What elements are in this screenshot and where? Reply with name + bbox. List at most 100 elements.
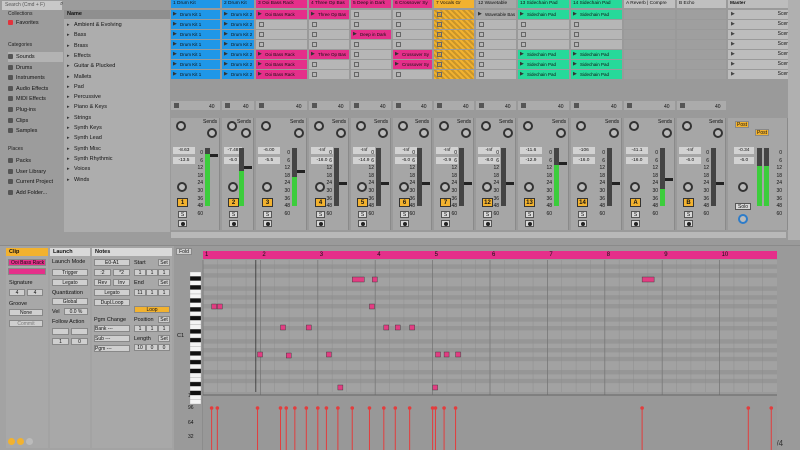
stop-button-icon[interactable] [479, 62, 484, 67]
piano-key[interactable] [189, 311, 202, 317]
volume-readout[interactable]: -11.6 [520, 147, 542, 154]
browser-list-item[interactable]: Voices [64, 164, 170, 174]
stop-button-icon[interactable] [312, 62, 317, 67]
piano-key[interactable] [189, 399, 202, 405]
velocity-marker[interactable] [746, 406, 751, 410]
velocity-marker[interactable] [640, 406, 644, 410]
stop-button-icon[interactable] [521, 22, 526, 27]
search-icon[interactable]: ⌕ [60, 1, 68, 10]
piano-key[interactable] [189, 329, 202, 334]
volume-readout[interactable]: -41.1 [626, 147, 648, 154]
pan-knob[interactable] [524, 182, 534, 192]
piano-key[interactable] [189, 355, 202, 361]
clip-play-icon[interactable]: ▶ [311, 50, 315, 59]
piano-key[interactable] [189, 271, 202, 277]
volume-readout[interactable]: -106 [573, 147, 595, 154]
send-b-knob[interactable] [662, 128, 672, 138]
stop-button-icon[interactable] [396, 32, 401, 37]
browser-list-item[interactable]: Mallets [64, 72, 170, 82]
send-a-knob[interactable] [629, 121, 639, 131]
clip-play-icon[interactable]: ▶ [520, 70, 524, 79]
browser-list-item[interactable]: Synth Lead [64, 133, 170, 143]
clip-color-field[interactable] [8, 268, 46, 275]
velocity-marker[interactable] [350, 406, 355, 410]
length-set-button[interactable]: Set [158, 335, 170, 342]
end-beat[interactable]: 1 [146, 289, 158, 296]
stop-button-icon[interactable] [396, 22, 401, 27]
volume-fader-handle[interactable] [244, 166, 252, 169]
track-activator-button[interactable]: 2 [228, 198, 239, 207]
empty-clip-slot[interactable] [351, 10, 391, 19]
length-beat[interactable]: 0 [146, 344, 158, 351]
follow-chance-b[interactable]: 0 [71, 338, 88, 345]
solo-button[interactable]: S [684, 211, 693, 218]
stop-button-icon[interactable] [354, 72, 359, 77]
piano-key[interactable] [189, 285, 202, 290]
velocity-marker[interactable] [393, 406, 398, 410]
stop-button-icon[interactable] [437, 62, 442, 67]
send-b-knob[interactable] [336, 128, 346, 138]
solo-button[interactable]: S [263, 211, 272, 218]
clip-play-icon[interactable]: ▶ [224, 20, 228, 29]
legato-button[interactable]: Legato [52, 279, 88, 286]
volume-fader-handle[interactable] [297, 170, 305, 173]
send-b-knob[interactable] [503, 128, 513, 138]
clip-play-icon[interactable]: ▶ [258, 50, 262, 59]
empty-clip-slot[interactable] [476, 70, 516, 79]
midi-note[interactable] [641, 276, 655, 283]
launch-mode-select[interactable]: Trigger [52, 269, 88, 276]
piano-key[interactable] [189, 307, 202, 312]
track-activator-button[interactable]: 14 [577, 198, 588, 207]
velocity-marker[interactable] [407, 406, 412, 410]
piano-key[interactable] [189, 359, 202, 365]
solo-cue-button[interactable]: Solo [735, 203, 751, 210]
piano-key[interactable] [189, 346, 202, 352]
browser-list-item[interactable]: Bass [64, 30, 170, 40]
track-activator-button[interactable]: 1 [177, 198, 188, 207]
clip-play-icon[interactable]: ▶ [395, 60, 399, 69]
clip-slot[interactable]: ▶ Drum Kit 1 [171, 50, 220, 59]
pan-knob[interactable] [262, 182, 272, 192]
clip-play-icon[interactable]: ▶ [224, 10, 228, 19]
send-b-knob[interactable] [378, 128, 388, 138]
browser-list-item[interactable]: Effects [64, 51, 170, 61]
clip-slot[interactable]: ▶ Sidechain Pad [571, 10, 622, 19]
start-bar[interactable]: 1 [134, 269, 146, 276]
velocity-marker[interactable] [433, 406, 438, 410]
arm-button[interactable] [631, 220, 640, 227]
clip-slot[interactable]: ▶ Sidechain Pad [571, 60, 622, 69]
clip-slot[interactable]: ▶ Ooi Bass Rack [256, 10, 307, 19]
clip-slot[interactable]: ▶ Deep in Dark [351, 30, 391, 39]
empty-clip-slot[interactable] [309, 40, 349, 49]
empty-clip-slot[interactable] [434, 10, 474, 19]
clip-slot[interactable]: ▶ Drum Kit 1 [171, 10, 220, 19]
clip-slot[interactable]: ▶ Sidechain Pad [518, 70, 569, 79]
place-item[interactable]: Add Folder... [8, 188, 63, 198]
pgm-field[interactable]: Pgm --- [94, 345, 130, 352]
empty-clip-slot[interactable] [518, 20, 569, 29]
clip-slot[interactable]: ▶ Drum Kit 1 [171, 30, 220, 39]
empty-clip-slot[interactable] [476, 60, 516, 69]
clip-stop-button[interactable] [222, 101, 254, 110]
stop-button-icon[interactable] [312, 22, 317, 27]
send-a-knob[interactable] [176, 121, 186, 131]
stop-button-icon[interactable] [396, 72, 401, 77]
stop-button-icon[interactable] [312, 32, 317, 37]
clip-name-field[interactable]: Ooi Bass Rack [8, 259, 46, 266]
browser-list-item[interactable]: Synth Rhythmic [64, 154, 170, 164]
category-item[interactable]: Instruments [8, 73, 63, 83]
double-button[interactable]: *2 [113, 269, 130, 276]
velocity-marker[interactable] [293, 406, 297, 410]
piano-key[interactable] [189, 324, 202, 330]
volume-fader-handle[interactable] [506, 182, 514, 185]
position-bar[interactable]: 1 [134, 325, 146, 332]
end-sixteenth[interactable]: 1 [158, 289, 170, 296]
piano-key[interactable] [189, 368, 202, 374]
track-header[interactable]: 12 Wavetable [476, 0, 516, 8]
position-sixteenth[interactable]: 1 [158, 325, 170, 332]
volume-fader-handle[interactable] [665, 178, 673, 181]
empty-clip-slot[interactable] [393, 40, 432, 49]
stop-button-icon[interactable] [312, 42, 317, 47]
loop-brace[interactable] [203, 251, 777, 259]
empty-clip-slot[interactable] [309, 70, 349, 79]
